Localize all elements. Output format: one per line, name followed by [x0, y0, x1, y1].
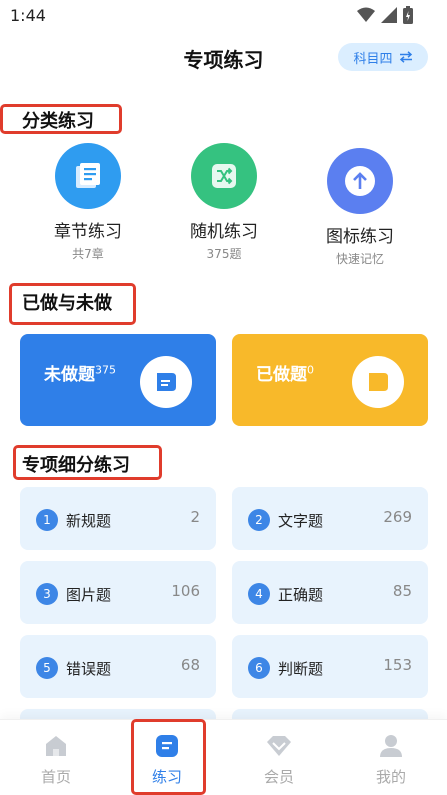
swap-icon — [399, 48, 413, 67]
shuffle-icon — [191, 143, 257, 209]
breakdown-item-text[interactable]: 2 文字题 269 — [232, 487, 428, 550]
practice-page: 1:44 专项练习 科目四 分类练习 章节练习 共7章 随机练习 375题 图标… — [0, 0, 447, 795]
status-bar: 1:44 — [0, 0, 447, 34]
tab-profile[interactable]: 我的 — [351, 732, 431, 787]
diamond-icon — [265, 732, 293, 760]
tab-label: 我的 — [375, 768, 406, 786]
card-title: 未做题 — [44, 365, 95, 385]
item-label: 新规题 — [66, 512, 112, 530]
battery-icon — [403, 6, 413, 28]
card-count: 375 — [95, 363, 116, 377]
done-questions-card[interactable]: 已做题0 — [232, 334, 428, 426]
section-title-done-undone: 已做与未做 — [22, 293, 112, 314]
category-label: 随机练习 — [190, 222, 258, 242]
section-title-breakdown: 专项细分练习 — [22, 455, 130, 476]
category-label: 图标练习 — [326, 227, 394, 247]
subject-label: 科目四 — [353, 51, 393, 67]
item-label: 文字题 — [278, 512, 324, 530]
section-title-category: 分类练习 — [22, 111, 94, 132]
card-label: 已做题0 — [256, 360, 314, 385]
category-sub: 共7章 — [72, 247, 104, 261]
category-label: 章节练习 — [54, 222, 122, 242]
item-count: 85 — [392, 582, 412, 600]
breakdown-item-new-rules[interactable]: 1 新规题 2 — [20, 487, 216, 550]
card-label: 未做题375 — [44, 360, 116, 385]
category-icon-practice[interactable]: 图标练习 快速记忆 — [305, 148, 415, 267]
tab-membership[interactable]: 会员 — [239, 732, 319, 787]
item-count: 269 — [383, 508, 412, 526]
card-title: 已做题 — [256, 365, 307, 385]
item-number: 5 — [36, 657, 58, 679]
breakdown-item-wrong[interactable]: 5 错误题 68 — [20, 635, 216, 698]
tab-label: 会员 — [263, 768, 294, 786]
tab-home[interactable]: 首页 — [16, 732, 96, 787]
item-label: 错误题 — [66, 660, 112, 678]
item-count: 153 — [383, 656, 412, 674]
bottom-tab-bar: 首页 练习 会员 我的 — [0, 719, 447, 795]
item-count: 68 — [180, 656, 200, 674]
subject-switch-button[interactable]: 科目四 — [338, 43, 428, 71]
note-icon — [352, 356, 404, 408]
item-number: 2 — [248, 509, 270, 531]
status-time: 1:44 — [10, 6, 46, 25]
item-number: 1 — [36, 509, 58, 531]
item-label: 图片题 — [66, 586, 112, 604]
breakdown-item-judgement[interactable]: 6 判断题 153 — [232, 635, 428, 698]
item-count: 106 — [171, 582, 200, 600]
item-number: 3 — [36, 583, 58, 605]
breakdown-item-image[interactable]: 3 图片题 106 — [20, 561, 216, 624]
header: 专项练习 科目四 — [0, 36, 447, 80]
status-icons — [357, 6, 413, 28]
tab-label: 首页 — [40, 768, 71, 786]
book-icon — [55, 143, 121, 209]
category-sub: 快速记忆 — [335, 252, 384, 266]
item-number: 4 — [248, 583, 270, 605]
user-icon — [377, 732, 405, 760]
category-random-practice[interactable]: 随机练习 375题 — [169, 143, 279, 262]
item-label: 判断题 — [278, 660, 324, 678]
highlight-box — [131, 719, 206, 795]
undone-questions-card[interactable]: 未做题375 — [20, 334, 216, 426]
note-icon — [140, 356, 192, 408]
item-count: 2 — [190, 508, 200, 526]
item-label: 正确题 — [278, 586, 324, 604]
card-count: 0 — [307, 363, 314, 377]
signal-icon — [381, 7, 397, 27]
item-number: 6 — [248, 657, 270, 679]
category-sub: 375题 — [206, 247, 242, 261]
arrow-up-icon — [327, 148, 393, 214]
breakdown-item-correct[interactable]: 4 正确题 85 — [232, 561, 428, 624]
wifi-icon — [357, 7, 375, 27]
home-icon — [42, 732, 70, 760]
category-chapter-practice[interactable]: 章节练习 共7章 — [33, 143, 143, 262]
